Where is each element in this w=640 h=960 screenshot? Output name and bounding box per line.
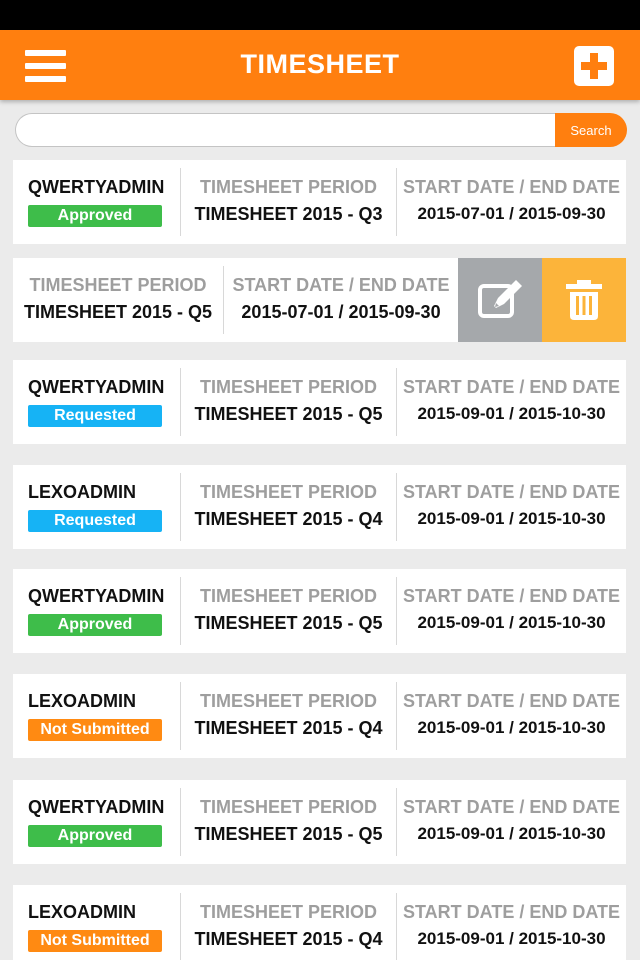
user-name: LEXOADMIN <box>28 691 136 711</box>
timesheet-card[interactable]: QWERTYADMIN Requested TIMESHEET PERIOD T… <box>13 360 626 444</box>
user-column: QWERTYADMIN Requested <box>13 368 180 436</box>
timesheet-card-swiped[interactable]: TIMESHEET PERIOD TIMESHEET 2015 - Q5 STA… <box>13 258 626 342</box>
period-column: TIMESHEET PERIOD TIMESHEET 2015 - Q5 <box>13 266 223 334</box>
dates-value: 2015-09-01 / 2015-10-30 <box>417 718 606 737</box>
dates-column: START DATE / END DATE 2015-09-01 / 2015-… <box>396 682 626 750</box>
period-label: TIMESHEET PERIOD <box>199 902 378 922</box>
period-label: TIMESHEET PERIOD <box>199 691 378 711</box>
dates-value: 2015-07-01 / 2015-09-30 <box>241 302 441 322</box>
period-value: TIMESHEET 2015 - Q5 <box>194 404 383 424</box>
delete-button[interactable] <box>542 258 626 342</box>
period-label: TIMESHEET PERIOD <box>199 377 378 397</box>
dates-label: START DATE / END DATE <box>403 482 620 502</box>
dates-label: START DATE / END DATE <box>403 586 620 606</box>
dates-value: 2015-09-01 / 2015-10-30 <box>417 509 606 528</box>
dates-value: 2015-09-01 / 2015-10-30 <box>417 613 606 632</box>
period-column: TIMESHEET PERIOD TIMESHEET 2015 - Q4 <box>180 893 396 960</box>
status-badge: Not Submitted <box>28 930 162 952</box>
dates-column: START DATE / END DATE 2015-09-01 / 2015-… <box>396 473 626 541</box>
dates-column: START DATE / END DATE 2015-07-01 / 2015-… <box>396 168 626 236</box>
timesheet-card[interactable]: LEXOADMIN Not Submitted TIMESHEET PERIOD… <box>13 674 626 758</box>
status-badge: Approved <box>28 614 162 636</box>
status-badge: Not Submitted <box>28 719 162 741</box>
dates-label: START DATE / END DATE <box>403 797 620 817</box>
period-label: TIMESHEET PERIOD <box>199 177 378 197</box>
dates-label: START DATE / END DATE <box>232 275 450 295</box>
period-column: TIMESHEET PERIOD TIMESHEET 2015 - Q5 <box>180 788 396 856</box>
period-column: TIMESHEET PERIOD TIMESHEET 2015 - Q5 <box>180 577 396 645</box>
user-column: LEXOADMIN Not Submitted <box>13 893 180 960</box>
user-column: LEXOADMIN Not Submitted <box>13 682 180 750</box>
hamburger-menu-icon[interactable] <box>25 50 66 82</box>
period-value: TIMESHEET 2015 - Q4 <box>194 929 383 949</box>
trash-icon <box>566 280 602 320</box>
period-value: TIMESHEET 2015 - Q4 <box>194 718 383 738</box>
search-button[interactable]: Search <box>555 113 627 147</box>
period-value: TIMESHEET 2015 - Q3 <box>194 204 383 224</box>
period-label: TIMESHEET PERIOD <box>199 797 378 817</box>
user-column: QWERTYADMIN Approved <box>13 788 180 856</box>
user-name: LEXOADMIN <box>28 482 136 502</box>
user-name: QWERTYADMIN <box>28 797 165 817</box>
status-bar <box>0 0 640 30</box>
period-label: TIMESHEET PERIOD <box>29 275 207 295</box>
dates-value: 2015-09-01 / 2015-10-30 <box>417 824 606 843</box>
dates-label: START DATE / END DATE <box>403 691 620 711</box>
timesheet-card[interactable]: QWERTYADMIN Approved TIMESHEET PERIOD TI… <box>13 569 626 653</box>
timesheet-card[interactable]: LEXOADMIN Requested TIMESHEET PERIOD TIM… <box>13 465 626 549</box>
add-timesheet-button[interactable] <box>574 46 614 86</box>
user-column: QWERTYADMIN Approved <box>13 168 180 236</box>
user-name: QWERTYADMIN <box>28 177 165 197</box>
period-column: TIMESHEET PERIOD TIMESHEET 2015 - Q4 <box>180 473 396 541</box>
period-value: TIMESHEET 2015 - Q4 <box>194 509 383 529</box>
page-title: TIMESHEET <box>240 49 400 79</box>
timesheet-card[interactable]: QWERTYADMIN Approved TIMESHEET PERIOD TI… <box>13 160 626 244</box>
edit-icon <box>478 280 522 318</box>
search-bar: Search <box>15 113 627 147</box>
status-badge: Requested <box>28 405 162 427</box>
user-name: QWERTYADMIN <box>28 586 165 606</box>
dates-column: START DATE / END DATE 2015-09-01 / 2015-… <box>396 368 626 436</box>
user-column: LEXOADMIN Requested <box>13 473 180 541</box>
status-badge: Requested <box>28 510 162 532</box>
dates-value: 2015-07-01 / 2015-09-30 <box>417 204 606 223</box>
user-name: LEXOADMIN <box>28 902 136 922</box>
dates-column: START DATE / END DATE 2015-07-01 / 2015-… <box>223 266 458 334</box>
dates-label: START DATE / END DATE <box>403 902 620 922</box>
status-badge: Approved <box>28 825 162 847</box>
period-column: TIMESHEET PERIOD TIMESHEET 2015 - Q4 <box>180 682 396 750</box>
period-value: TIMESHEET 2015 - Q5 <box>23 302 213 322</box>
search-input[interactable] <box>15 113 560 147</box>
period-value: TIMESHEET 2015 - Q5 <box>194 824 383 844</box>
timesheet-card[interactable]: QWERTYADMIN Approved TIMESHEET PERIOD TI… <box>13 780 626 864</box>
dates-column: START DATE / END DATE 2015-09-01 / 2015-… <box>396 893 626 960</box>
period-column: TIMESHEET PERIOD TIMESHEET 2015 - Q5 <box>180 368 396 436</box>
period-label: TIMESHEET PERIOD <box>199 482 378 502</box>
app-header: TIMESHEET <box>0 30 640 100</box>
period-label: TIMESHEET PERIOD <box>199 586 378 606</box>
timesheet-card[interactable]: LEXOADMIN Not Submitted TIMESHEET PERIOD… <box>13 885 626 960</box>
dates-label: START DATE / END DATE <box>403 377 620 397</box>
status-badge: Approved <box>28 205 162 227</box>
period-value: TIMESHEET 2015 - Q5 <box>194 613 383 633</box>
dates-column: START DATE / END DATE 2015-09-01 / 2015-… <box>396 788 626 856</box>
user-name: QWERTYADMIN <box>28 377 165 397</box>
user-column: QWERTYADMIN Approved <box>13 577 180 645</box>
edit-button[interactable] <box>458 258 542 342</box>
dates-value: 2015-09-01 / 2015-10-30 <box>417 404 606 423</box>
dates-value: 2015-09-01 / 2015-10-30 <box>417 929 606 948</box>
dates-label: START DATE / END DATE <box>403 177 620 197</box>
dates-column: START DATE / END DATE 2015-09-01 / 2015-… <box>396 577 626 645</box>
period-column: TIMESHEET PERIOD TIMESHEET 2015 - Q3 <box>180 168 396 236</box>
